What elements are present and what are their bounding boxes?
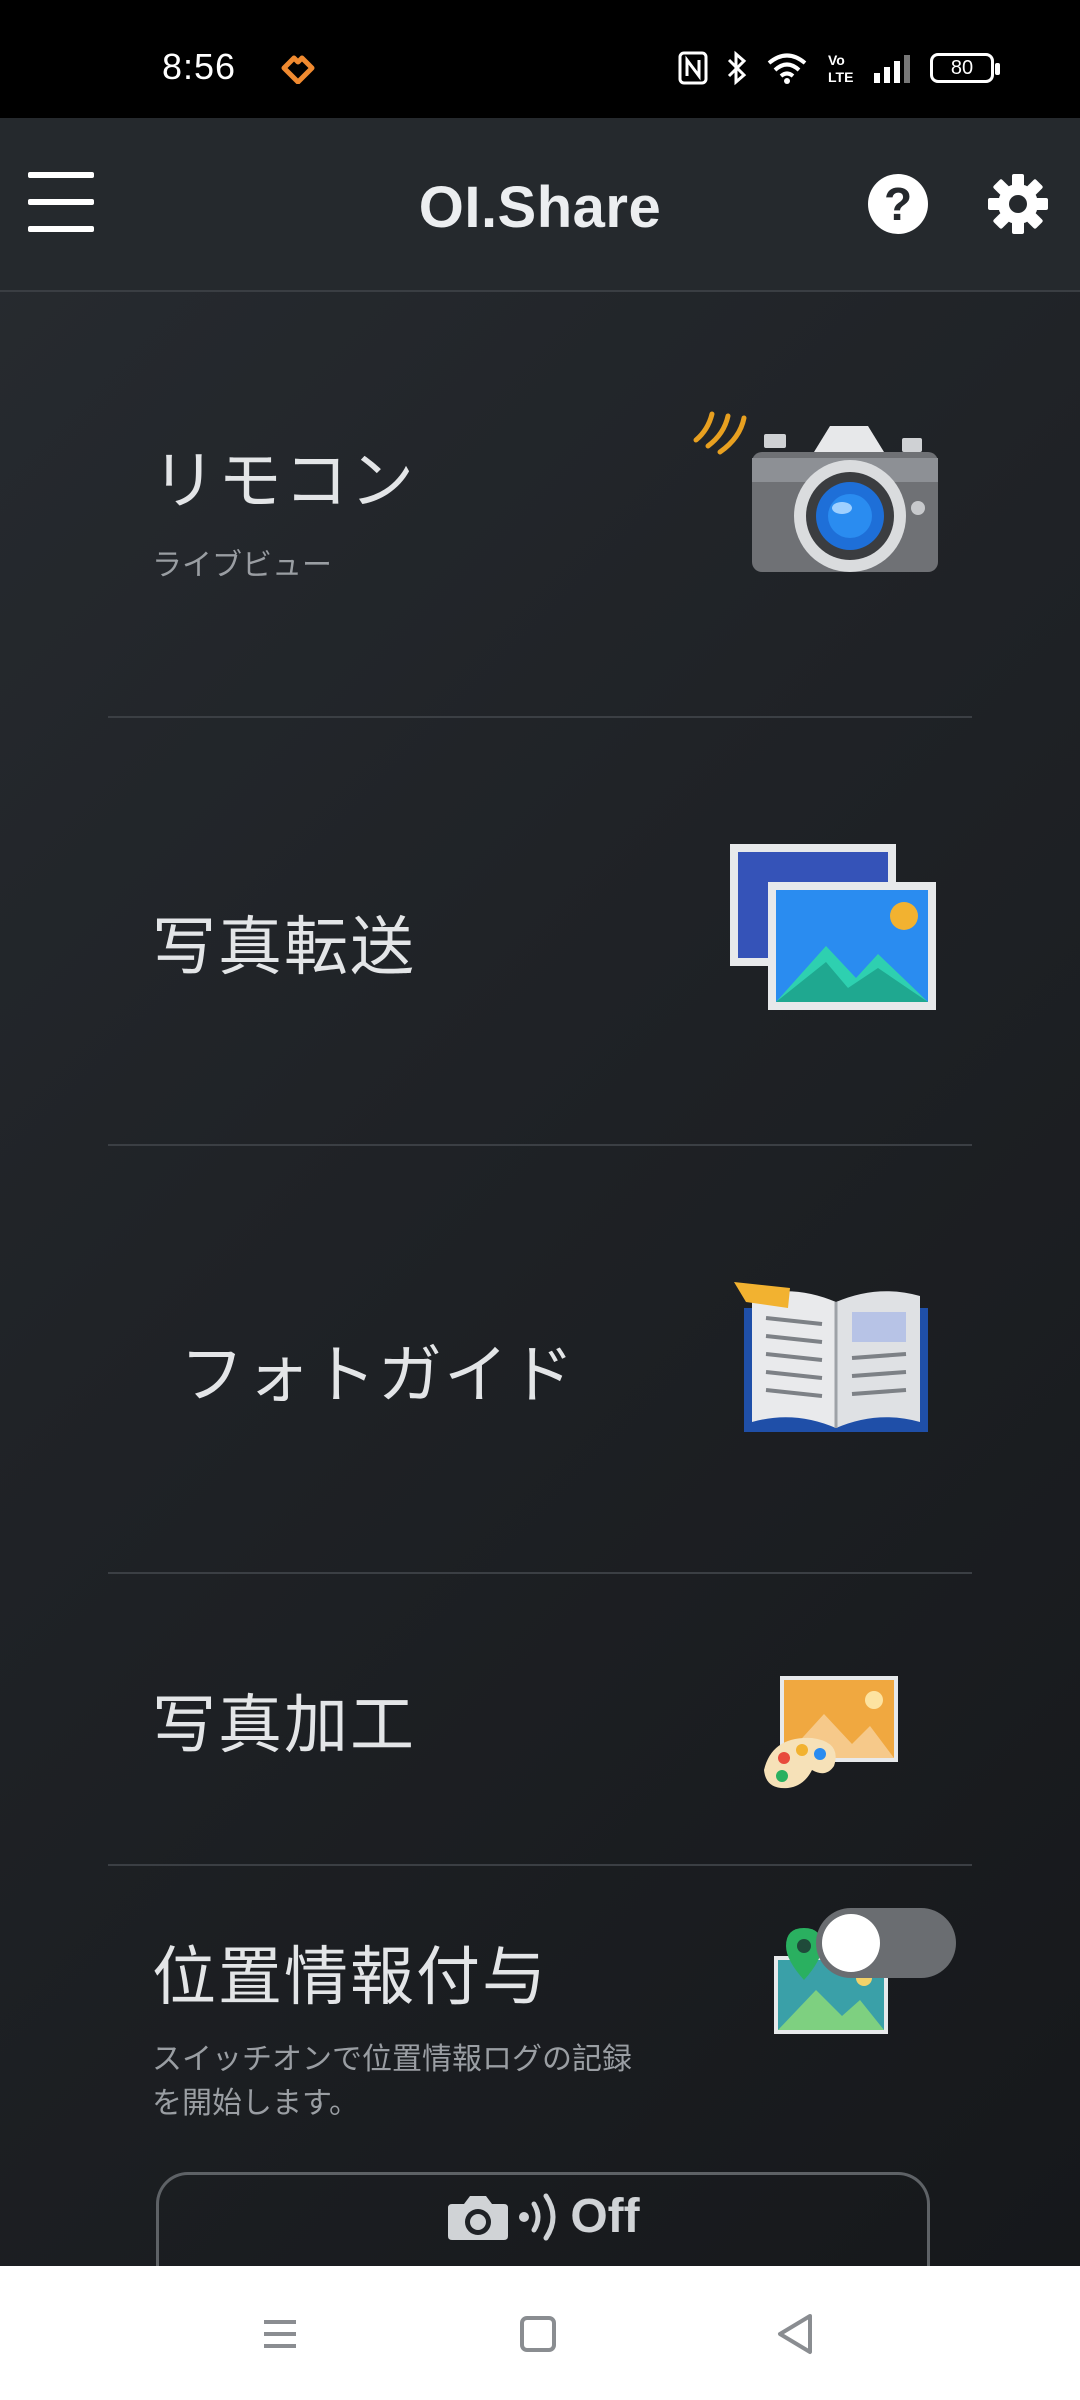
signal-icon	[874, 55, 910, 83]
connection-panel[interactable]: Off	[156, 2172, 930, 2266]
connection-status-label: Off	[570, 2190, 640, 2243]
menu-item-transfer[interactable]: 写真転送	[108, 718, 972, 1146]
menu-item-edit-title: 写真加工	[152, 1689, 416, 1763]
menu-item-remote[interactable]: リモコン ライブビュー	[108, 290, 972, 718]
home-icon[interactable]	[508, 2304, 568, 2364]
menu-item-remote-subtitle: ライブビュー	[152, 548, 332, 583]
menu-item-edit[interactable]: 写真加工	[108, 1574, 972, 1866]
geotag-toggle[interactable]	[816, 1908, 956, 1978]
menu-item-remote-title: リモコン	[152, 445, 416, 519]
wifi-icon	[767, 53, 807, 84]
app-bar: OI.Share ?	[0, 118, 1080, 292]
svg-text:Vo: Vo	[828, 52, 845, 68]
menu-item-transfer-title: 写真転送	[152, 911, 416, 985]
photo-guide-book-icon	[734, 1282, 928, 1432]
status-bar: 8:56 Vo LTE 80	[0, 0, 1080, 118]
back-icon[interactable]	[766, 2304, 826, 2364]
camera-remote-icon	[693, 411, 938, 572]
svg-text:LTE: LTE	[828, 69, 853, 85]
photo-edit-palette-icon	[764, 1676, 898, 1789]
system-nav-bar	[0, 2266, 1080, 2400]
app-content: OI.Share ? リモコン ライブビュー 写真転送 フォトガイド 写真加工 …	[0, 118, 1080, 2266]
menu-item-geotag-title: 位置情報付与	[152, 1941, 548, 2015]
photo-transfer-icon	[730, 844, 936, 1010]
menu-item-geotag-subtitle-line2: を開始します。	[152, 2086, 359, 2121]
recent-apps-icon[interactable]	[250, 2304, 310, 2364]
camera-icon	[448, 2195, 509, 2240]
status-icons: Vo LTE 80	[678, 50, 1000, 86]
help-icon[interactable]: ?	[868, 174, 928, 234]
wireless-signal-icon	[519, 2193, 556, 2240]
connection-status: Off	[159, 2189, 927, 2244]
status-time: 8:56	[162, 46, 237, 87]
menu-item-geotag-subtitle-line1: スイッチオンで位置情報ログの記録	[152, 2042, 632, 2077]
notification-heart-icon	[281, 55, 315, 84]
gear-icon[interactable]	[984, 170, 1052, 238]
nfc-icon	[678, 51, 708, 85]
menu-item-guide-title: フォトガイド	[180, 1339, 576, 1413]
volte-icon: Vo LTE	[828, 52, 853, 85]
battery-indicator: 80	[930, 53, 1000, 83]
bluetooth-icon	[727, 50, 747, 86]
menu-item-guide[interactable]: フォトガイド	[108, 1146, 972, 1574]
menu-item-geotag-subtitle: スイッチオンで位置情報ログの記録 を開始します。	[152, 2038, 632, 2126]
toggle-knob	[822, 1914, 880, 1972]
